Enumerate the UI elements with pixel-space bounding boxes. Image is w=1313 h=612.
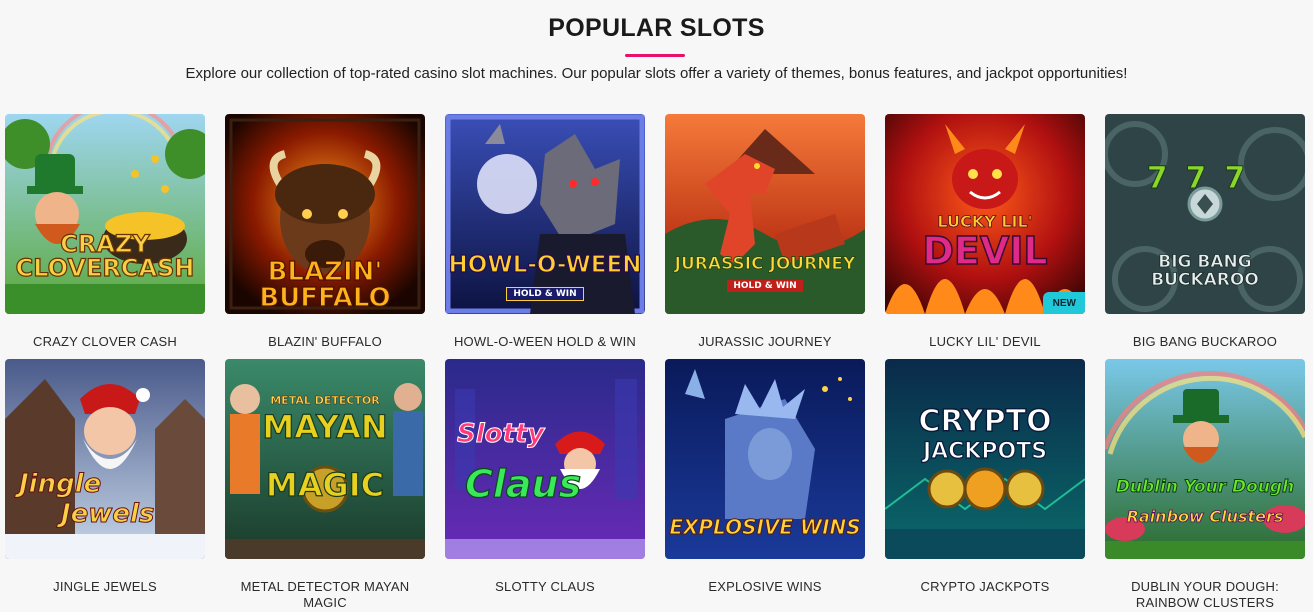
- game-card-jingle-jewels[interactable]: Jingle Jewels JINGLE JEWELS: [5, 359, 205, 604]
- game-thumbnail[interactable]: JURASSIC JOURNEY HOLD & WIN: [665, 114, 865, 314]
- game-logo-line2: MAGIC: [265, 466, 385, 504]
- title-underline: [625, 54, 685, 57]
- game-title[interactable]: BLAZIN' BUFFALO: [225, 334, 425, 350]
- new-badge: NEW: [1042, 292, 1085, 314]
- game-title[interactable]: CRYPTO JACKPOTS: [885, 579, 1085, 595]
- game-logo-line2: JACKPOTS: [922, 439, 1048, 464]
- reel-symbols: 777: [1146, 161, 1264, 196]
- slotty-claus-art: [445, 359, 645, 559]
- game-thumbnail[interactable]: HOWL-O-WEEN HOLD & WIN: [445, 114, 645, 314]
- game-card-metal-detector-mayan-magic[interactable]: METAL DETECTOR MAYAN MAGIC METAL DETECTO…: [225, 359, 425, 610]
- game-thumbnail[interactable]: EXPLOSIVE WINS: [665, 359, 865, 559]
- game-thumbnail[interactable]: Jingle Jewels: [5, 359, 205, 559]
- section-title: POPULAR SLOTS: [548, 14, 765, 42]
- section-subtitle: Explore our collection of top-rated casi…: [185, 65, 1128, 82]
- game-thumbnail[interactable]: Dublin Your Dough Rainbow Clusters: [1105, 359, 1305, 559]
- game-logo: EXPLOSIVE WINS: [669, 515, 861, 539]
- game-thumbnail[interactable]: METAL DETECTOR MAYAN MAGIC: [225, 359, 425, 559]
- game-logo: CRAZY CLOVERCASH: [15, 230, 195, 282]
- game-thumbnail[interactable]: LUCKY LIL' DEVIL NEW: [885, 114, 1085, 314]
- game-card-dublin-your-dough[interactable]: Dublin Your Dough Rainbow Clusters DUBLI…: [1105, 359, 1305, 610]
- game-logo-line2: Claus: [464, 462, 582, 506]
- game-title[interactable]: JINGLE JEWELS: [5, 579, 205, 595]
- game-logo-line2: DEVIL: [922, 229, 1049, 273]
- game-logo-sub: HOLD & WIN: [445, 287, 645, 301]
- game-logo-line2: Jewels: [60, 499, 155, 529]
- game-logo-top: METAL DETECTOR: [270, 394, 380, 407]
- game-card-howl-o-ween[interactable]: HOWL-O-WEEN HOLD & WIN HOWL-O-WEEN HOLD …: [445, 114, 645, 359]
- game-logo: BLAZIN' BUFFALO: [259, 257, 392, 313]
- games-grid: CRAZY CLOVERCASH CRAZY CLOVER CASH BLAZI…: [5, 114, 1305, 610]
- game-logo: CRYPTO: [918, 404, 1053, 439]
- game-card-jurassic-journey[interactable]: JURASSIC JOURNEY HOLD & WIN JURASSIC JOU…: [665, 114, 865, 359]
- game-title[interactable]: LUCKY LIL' DEVIL: [885, 334, 1085, 350]
- game-logo: JURASSIC JOURNEY: [674, 254, 856, 274]
- game-card-blazin-buffalo[interactable]: BLAZIN' BUFFALO BLAZIN' BUFFALO: [225, 114, 425, 359]
- game-logo-line2: BUCKAROO: [1151, 270, 1259, 290]
- game-title[interactable]: CRAZY CLOVER CASH: [5, 334, 205, 350]
- crazy-clover-cash-art: [5, 114, 205, 314]
- game-card-big-bang-buckaroo[interactable]: 777 BIG BANG BUCKAROO BIG BANG BUCKAROO: [1105, 114, 1305, 359]
- game-logo-line2: Rainbow Clusters: [1126, 507, 1284, 526]
- game-title[interactable]: DUBLIN YOUR DOUGH: RAINBOW CLUSTERS: [1105, 579, 1305, 611]
- game-thumbnail[interactable]: Slotty Claus: [445, 359, 645, 559]
- mayan-magic-art: [225, 359, 425, 559]
- game-title[interactable]: JURASSIC JOURNEY: [665, 334, 865, 350]
- game-logo: HOWL-O-WEEN: [448, 252, 642, 278]
- game-card-slotty-claus[interactable]: Slotty Claus SLOTTY CLAUS: [445, 359, 645, 604]
- game-logo: BIG BANG: [1158, 252, 1252, 272]
- game-title[interactable]: METAL DETECTOR MAYAN MAGIC: [225, 579, 425, 611]
- game-logo: MAYAN: [262, 408, 388, 446]
- game-card-crazy-clover-cash[interactable]: CRAZY CLOVERCASH CRAZY CLOVER CASH: [5, 114, 205, 359]
- game-card-lucky-lil-devil[interactable]: LUCKY LIL' DEVIL NEW LUCKY LIL' DEVIL: [885, 114, 1085, 359]
- game-thumbnail[interactable]: BLAZIN' BUFFALO: [225, 114, 425, 314]
- game-logo: LUCKY LIL': [937, 212, 1033, 231]
- game-logo: Jingle: [18, 469, 102, 499]
- game-title[interactable]: BIG BANG BUCKAROO: [1105, 334, 1305, 350]
- dublin-your-dough-art: [1105, 359, 1305, 559]
- game-title[interactable]: HOWL-O-WEEN HOLD & WIN: [445, 334, 645, 350]
- game-card-crypto-jackpots[interactable]: CRYPTO JACKPOTS CRYPTO JACKPOTS: [885, 359, 1085, 604]
- game-logo-sub: HOLD & WIN: [665, 280, 865, 292]
- game-logo: Dublin Your Dough: [1115, 477, 1295, 497]
- game-thumbnail[interactable]: 777 BIG BANG BUCKAROO: [1105, 114, 1305, 314]
- game-logo: Slotty: [456, 419, 545, 449]
- game-title[interactable]: EXPLOSIVE WINS: [665, 579, 865, 595]
- game-card-explosive-wins[interactable]: EXPLOSIVE WINS EXPLOSIVE WINS: [665, 359, 865, 604]
- game-thumbnail[interactable]: CRYPTO JACKPOTS: [885, 359, 1085, 559]
- game-thumbnail[interactable]: CRAZY CLOVERCASH: [5, 114, 205, 314]
- game-title[interactable]: SLOTTY CLAUS: [445, 579, 645, 595]
- jingle-jewels-art: [5, 359, 205, 559]
- howl-o-ween-art: [445, 114, 645, 314]
